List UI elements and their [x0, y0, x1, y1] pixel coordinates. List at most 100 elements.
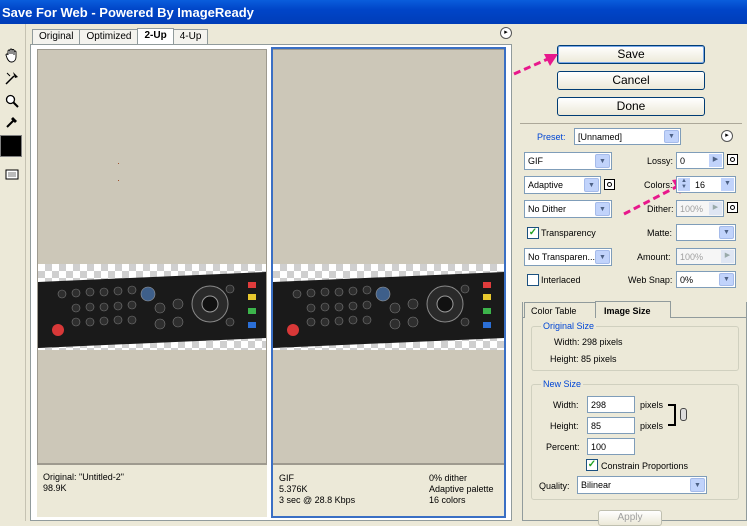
dither-field[interactable]: 100% ▶ [676, 200, 724, 217]
original-info: Original: "Untitled-2" 98.9K [37, 464, 267, 517]
settings-menu-icon[interactable]: ▸ [721, 130, 733, 142]
tab-color-table[interactable]: Color Table [524, 302, 596, 318]
chevron-right-icon[interactable]: ▶ [709, 154, 722, 167]
chevron-down-icon: ▼ [595, 250, 610, 264]
window-title: Save For Web - Powered By ImageReady [2, 5, 254, 20]
lossy-mask-button[interactable] [727, 154, 738, 165]
height-value: 85 [591, 421, 602, 431]
apply-button[interactable]: Apply [598, 510, 662, 526]
original-size-group [531, 326, 739, 371]
percent-label: Percent: [546, 442, 580, 452]
original-width: Width: 298 pixels [554, 337, 623, 347]
constrain-proportions-label: Constrain Proportions [601, 461, 689, 471]
websnap-value: 0% [680, 275, 694, 285]
settings-separator [520, 123, 742, 124]
chain-link-icon [680, 408, 687, 421]
reduction-select-value: Adaptive [528, 180, 564, 190]
height-unit: pixels [640, 421, 664, 431]
chevron-down-icon: ▼ [690, 478, 705, 492]
width-value: 298 [591, 400, 607, 410]
arrow-annotation-save [513, 54, 558, 76]
transparency-dither-select[interactable]: No Transparen... ▼ [524, 248, 612, 266]
dither-algorithm-select[interactable]: No Dither ▼ [524, 200, 612, 218]
lossy-field[interactable]: 0 ▶ [676, 152, 724, 169]
selected-pane-border [271, 47, 506, 518]
dither-mask-button[interactable] [727, 202, 738, 213]
original-info-name: Original: "Untitled-2" [43, 472, 124, 482]
original-image-remote [38, 264, 266, 350]
amount-value: 100% [680, 252, 704, 262]
websnap-field[interactable]: 0% ▼ [676, 271, 736, 288]
interlaced-checkbox[interactable] [527, 274, 539, 286]
tab-4-up[interactable]: 4-Up [172, 29, 209, 44]
width-unit: pixels [640, 400, 664, 410]
amount-label: Amount: [637, 252, 671, 262]
transparency-dither-value: No Transparen... [528, 252, 596, 262]
tool-palette [0, 24, 26, 521]
save-button[interactable]: Save [557, 45, 705, 64]
format-select[interactable]: GIF ▼ [524, 152, 612, 170]
chevron-down-icon[interactable]: ▼ [721, 178, 734, 191]
preset-select-value: [Unnamed] [578, 132, 623, 142]
width-field[interactable]: 298 [587, 396, 635, 413]
format-select-value: GIF [528, 156, 543, 166]
original-height: Height: 85 pixels [550, 354, 617, 364]
eyedropper-color-swatch[interactable] [0, 135, 22, 157]
chevron-right-icon[interactable]: ▶ [721, 250, 734, 263]
original-pane[interactable] [37, 49, 267, 464]
percent-value: 100 [591, 442, 607, 452]
slice-select-icon[interactable] [2, 68, 22, 88]
new-size-label: New Size [541, 379, 584, 389]
hand-icon[interactable] [2, 45, 22, 65]
websnap-label: Web Snap: [628, 275, 673, 285]
eyedropper-icon[interactable] [2, 112, 22, 132]
artifact-dot [118, 163, 119, 164]
percent-field[interactable]: 100 [587, 438, 635, 455]
preset-select[interactable]: [Unnamed] ▼ [574, 128, 681, 145]
width-label: Width: [553, 400, 579, 410]
chevron-down-icon: ▼ [595, 154, 610, 168]
chevron-down-icon: ▼ [595, 202, 610, 216]
toggle-slices-icon[interactable] [2, 164, 22, 184]
height-label: Height: [550, 421, 579, 431]
amount-field[interactable]: 100% ▶ [676, 248, 736, 265]
lossy-value: 0 [680, 156, 686, 166]
colors-stepper-icon[interactable]: ▲ ▼ [678, 178, 690, 191]
reduction-mask-button[interactable] [604, 179, 615, 190]
lossy-label: Lossy: [647, 156, 674, 166]
chevron-down-icon: ▼ [719, 273, 734, 286]
pane-menu-icon[interactable]: ▸ [500, 27, 512, 39]
dither-label: Dither: [647, 204, 674, 214]
link-bracket [668, 404, 676, 426]
done-button[interactable]: Done [557, 97, 705, 116]
matte-select[interactable]: ▼ [676, 224, 736, 241]
reduction-select[interactable]: Adaptive ▼ [524, 176, 601, 194]
zoom-icon[interactable] [2, 91, 22, 111]
colors-field[interactable]: ▲ ▼ 16 ▼ [676, 176, 736, 193]
tab-original[interactable]: Original [32, 29, 81, 44]
matte-label: Matte: [647, 228, 673, 238]
height-field[interactable]: 85 [587, 417, 635, 434]
tab-2-up[interactable]: 2-Up [137, 28, 174, 44]
constrain-proportions-checkbox[interactable]: ✓ [586, 459, 598, 471]
cancel-button[interactable]: Cancel [557, 71, 705, 90]
colors-value: 16 [695, 180, 706, 190]
quality-select[interactable]: Bilinear ▼ [577, 476, 707, 494]
quality-label: Quality: [539, 481, 570, 491]
chevron-right-icon[interactable]: ▶ [709, 202, 722, 215]
chevron-down-icon: ▼ [664, 130, 679, 143]
view-tabs: Original Optimized 2-Up 4-Up [32, 28, 209, 44]
chevron-down-icon: ▼ [584, 178, 599, 192]
colors-label: Colors: [644, 180, 673, 190]
transparency-checkbox[interactable]: ✓ [527, 227, 539, 239]
original-size-label: Original Size [541, 321, 597, 331]
dither-algorithm-value: No Dither [528, 204, 567, 214]
interlaced-label: Interlaced [541, 275, 581, 285]
artifact-dot [118, 180, 119, 181]
quality-value: Bilinear [581, 480, 612, 490]
original-info-size: 98.9K [43, 483, 67, 493]
tab-image-size[interactable]: Image Size [595, 301, 671, 318]
tab-optimized[interactable]: Optimized [79, 29, 139, 44]
transparency-label: Transparency [541, 228, 596, 238]
dither-value: 100% [680, 204, 704, 214]
